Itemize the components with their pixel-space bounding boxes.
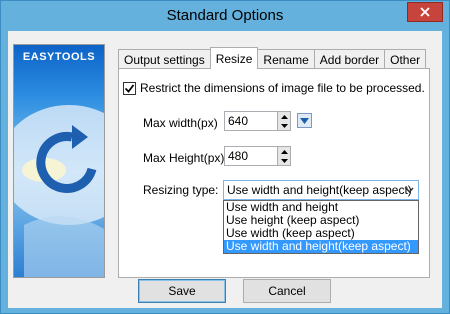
- window-title: Standard Options: [166, 7, 284, 24]
- resize-panel: Restrict the dimensions of image file to…: [118, 68, 430, 278]
- dialog-window: Standard Options EASYTOOLS Output settin…: [0, 0, 450, 314]
- close-button[interactable]: [407, 2, 443, 22]
- spin-up-icon[interactable]: [278, 147, 290, 156]
- title-bar[interactable]: Standard Options: [1, 1, 449, 31]
- max-width-spinner[interactable]: [277, 111, 291, 131]
- restrict-dimensions-label: Restrict the dimensions of image file to…: [140, 81, 425, 95]
- save-button[interactable]: Save: [138, 279, 226, 303]
- tab-rename[interactable]: Rename: [257, 49, 315, 69]
- tab-add-border[interactable]: Add border: [313, 49, 386, 69]
- max-height-spinner[interactable]: [277, 146, 291, 166]
- dropdown-option-selected[interactable]: Use width and height(keep aspect): [224, 240, 418, 253]
- close-icon: [420, 7, 430, 17]
- max-height-label: Max Height(px): [143, 151, 225, 165]
- tab-other[interactable]: Other: [384, 49, 427, 69]
- max-width-label: Max width(px): [143, 116, 218, 130]
- resizing-type-dropdown: Use width and height Use height (keep as…: [223, 200, 419, 254]
- chevron-down-icon: [405, 187, 414, 194]
- chevron-down-icon: [300, 117, 309, 124]
- easytools-banner-image: EASYTOOLS: [13, 44, 105, 278]
- width-presets-button[interactable]: [297, 113, 312, 128]
- max-height-input[interactable]: 480: [224, 146, 282, 166]
- tab-output-settings[interactable]: Output settings: [118, 49, 211, 69]
- max-width-input[interactable]: 640: [224, 111, 282, 131]
- disc-art-icon: [14, 105, 104, 277]
- spin-up-icon[interactable]: [278, 112, 290, 121]
- tab-strip: Output settings Resize Rename Add border…: [118, 47, 427, 69]
- resizing-type-label: Resizing type:: [143, 183, 219, 197]
- tab-resize[interactable]: Resize: [209, 47, 259, 69]
- spin-down-icon[interactable]: [278, 156, 290, 165]
- button-bar: Save Cancel: [8, 279, 442, 308]
- restrict-dimensions-checkbox[interactable]: [123, 81, 136, 95]
- checkmark-icon: [124, 83, 135, 93]
- resizing-type-select[interactable]: Use width and height(keep aspect): [223, 180, 419, 200]
- resizing-type-value: Use width and height(keep aspect): [227, 183, 412, 197]
- restrict-dimensions-row[interactable]: Restrict the dimensions of image file to…: [123, 81, 425, 95]
- spin-down-icon[interactable]: [278, 121, 290, 130]
- cancel-button[interactable]: Cancel: [243, 279, 331, 303]
- dialog-body: EASYTOOLS Output settings Resize Rename …: [8, 31, 442, 308]
